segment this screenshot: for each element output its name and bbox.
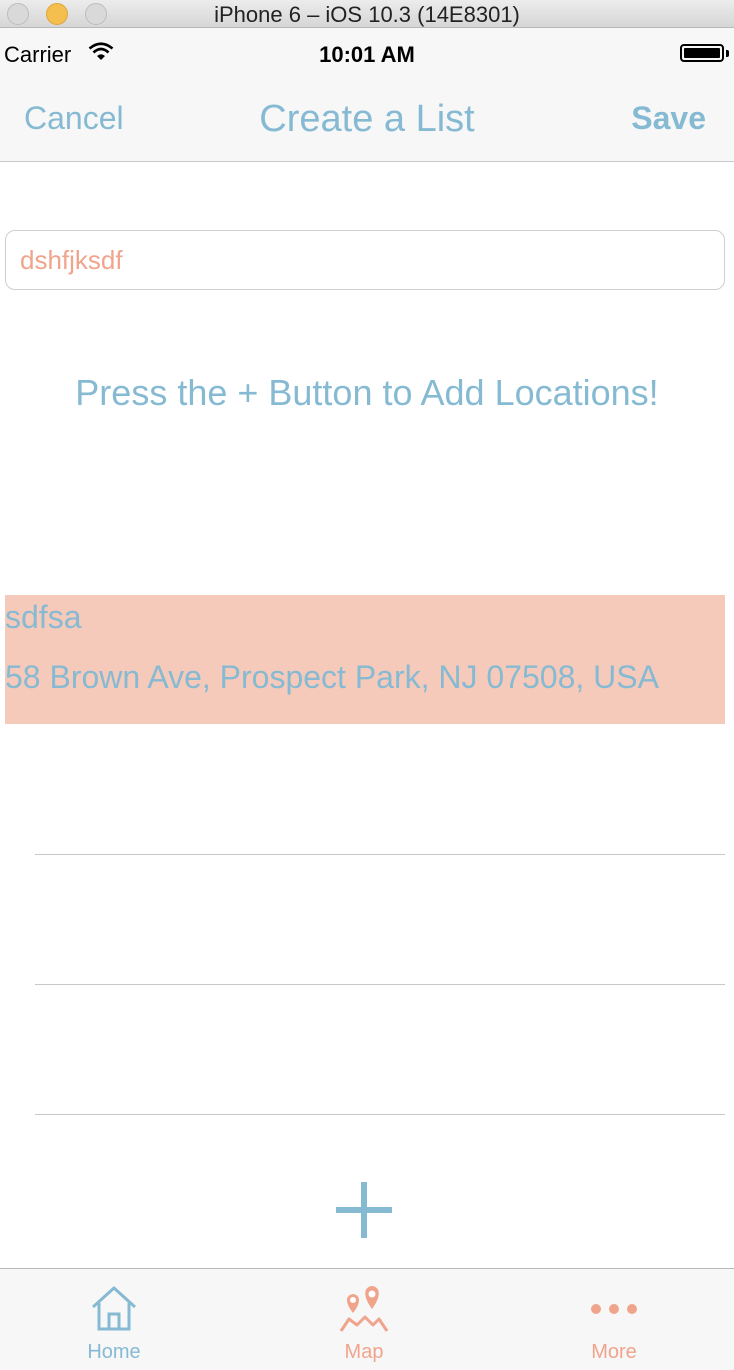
- row-separator: [35, 1114, 725, 1115]
- tab-more-label: More: [591, 1341, 637, 1363]
- battery-tip: [726, 50, 729, 57]
- list-name-input[interactable]: dshfjksdf: [5, 230, 725, 290]
- empty-list-row: [0, 985, 734, 1114]
- simulator-title-bar: iPhone 6 – iOS 10.3 (14E8301): [0, 0, 734, 28]
- add-locations-hint: Press the + Button to Add Locations!: [75, 372, 659, 413]
- navigation-bar: Cancel Create a List Save: [0, 80, 734, 162]
- add-location-button[interactable]: [336, 1182, 392, 1238]
- map-pin-icon: [339, 1286, 389, 1332]
- location-address: 58 Brown Ave, Prospect Park, NJ 07508, U…: [5, 659, 659, 695]
- page-title: Create a List: [259, 98, 475, 140]
- tab-home[interactable]: Home: [24, 1269, 204, 1369]
- tab-map-label: Map: [344, 1341, 384, 1363]
- tab-map[interactable]: Map: [274, 1269, 454, 1369]
- empty-list-row: [0, 725, 734, 854]
- tab-more[interactable]: More: [524, 1269, 704, 1369]
- window-title: iPhone 6 – iOS 10.3 (14E8301): [214, 2, 520, 27]
- home-icon: [91, 1286, 137, 1331]
- status-bar: Carrier 10:01 AM: [0, 28, 734, 80]
- status-time: 10:01 AM: [319, 42, 415, 67]
- tab-bar: Home Map More: [0, 1268, 734, 1370]
- location-row[interactable]: sdfsa 58 Brown Ave, Prospect Park, NJ 07…: [5, 595, 725, 724]
- location-name: sdfsa: [5, 599, 82, 635]
- battery-icon: [680, 44, 724, 62]
- tab-home-label: Home: [87, 1341, 141, 1363]
- save-button[interactable]: Save: [631, 100, 706, 137]
- more-dots-icon: [591, 1304, 637, 1314]
- empty-list-row: [0, 855, 734, 984]
